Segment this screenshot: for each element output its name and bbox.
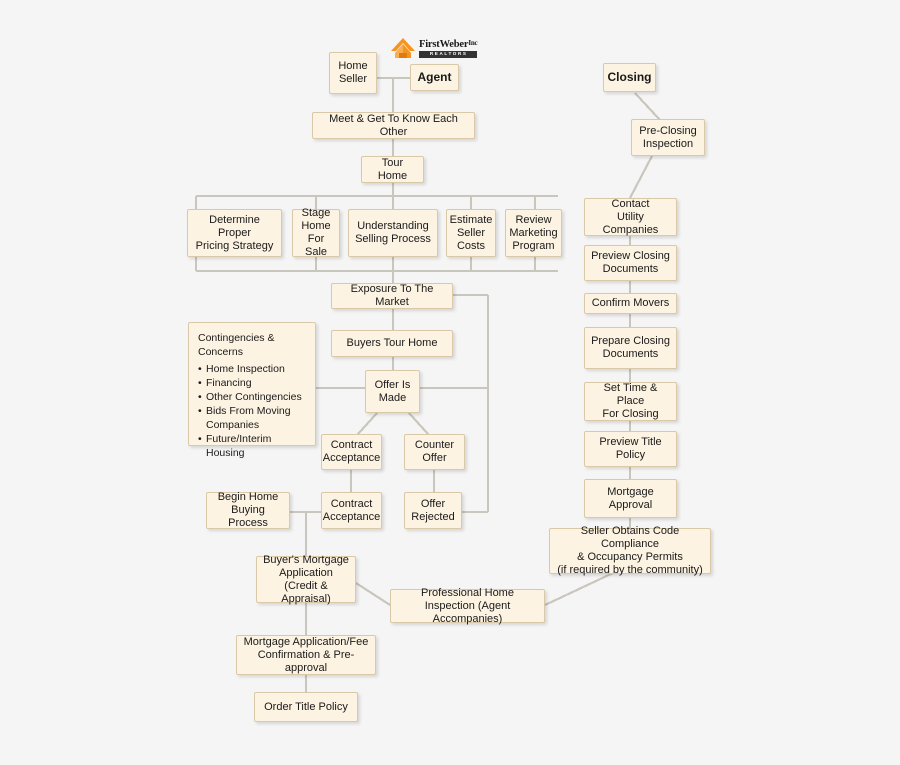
node-pre-closing-inspection[interactable]: Pre-Closing Inspection (631, 119, 705, 156)
logo-wordmark: FirstWeberInc (419, 38, 478, 50)
node-confirm-movers[interactable]: Confirm Movers (584, 293, 677, 314)
house-icon (391, 38, 415, 58)
node-set-time-place[interactable]: Set Time & Place For Closing (584, 382, 677, 421)
node-tour-home[interactable]: Tour Home (361, 156, 424, 183)
node-preview-title-policy[interactable]: Preview Title Policy (584, 431, 677, 467)
node-home-seller[interactable]: Home Seller (329, 52, 377, 94)
node-exposure-to-market[interactable]: Exposure To The Market (331, 283, 453, 309)
node-closing[interactable]: Closing (603, 63, 656, 92)
firstweber-realtors-logo: FirstWeberInc REALTORS (390, 36, 478, 62)
node-prepare-closing-documents[interactable]: Prepare Closing Documents (584, 327, 677, 369)
node-professional-home-inspection[interactable]: Professional Home Inspection (Agent Acco… (390, 587, 545, 625)
contingencies-list: Home Inspection Financing Other Continge… (198, 362, 306, 460)
node-understanding-selling[interactable]: Understanding Selling Process (348, 209, 438, 257)
node-determine-pricing[interactable]: Determine Proper Pricing Strategy (187, 209, 282, 257)
list-item: Home Inspection (198, 362, 306, 376)
node-begin-home-buying[interactable]: Begin Home Buying Process (206, 491, 290, 529)
list-item: Future/Interim Housing (198, 432, 306, 460)
contingencies-title: Contingencies & Concerns (198, 332, 275, 358)
logo-tagline: REALTORS (419, 51, 478, 59)
node-offer-rejected[interactable]: Offer Rejected (404, 492, 462, 529)
node-estimate-seller-costs[interactable]: Estimate Seller Costs (446, 209, 496, 257)
node-seller-code-compliance[interactable]: Seller Obtains Code Compliance & Occupan… (549, 525, 711, 576)
node-mortgage-approval[interactable]: Mortgage Approval (584, 479, 677, 518)
list-item: Bids From Moving Companies (198, 404, 306, 432)
flowchart-canvas: FirstWeberInc REALTORS Home Seller Agent… (0, 0, 900, 765)
node-contact-utility-companies[interactable]: Contact Utility Companies (584, 198, 677, 236)
node-review-marketing[interactable]: Review Marketing Program (505, 209, 562, 257)
node-contract-acceptance-1[interactable]: Contract Acceptance (321, 434, 382, 470)
list-item: Financing (198, 376, 306, 390)
node-counter-offer[interactable]: Counter Offer (404, 434, 465, 470)
node-order-title-policy[interactable]: Order Title Policy (254, 692, 358, 722)
node-buyers-tour-home[interactable]: Buyers Tour Home (331, 330, 453, 357)
node-preview-closing-documents[interactable]: Preview Closing Documents (584, 245, 677, 281)
node-buyers-mortgage-application[interactable]: Buyer's Mortgage Application (Credit & A… (256, 554, 356, 605)
node-meet-get-to-know[interactable]: Meet & Get To Know Each Other (312, 112, 475, 139)
node-stage-home[interactable]: Stage Home For Sale (292, 207, 340, 258)
node-offer-is-made[interactable]: Offer Is Made (365, 370, 420, 413)
node-contract-acceptance-2[interactable]: Contract Acceptance (321, 492, 382, 529)
list-item: Other Contingencies (198, 390, 306, 404)
node-contingencies-and-concerns[interactable]: Contingencies & Concerns Home Inspection… (188, 322, 316, 459)
node-mortgage-app-fee[interactable]: Mortgage Application/Fee Confirmation & … (236, 635, 376, 675)
node-agent[interactable]: Agent (410, 64, 459, 91)
